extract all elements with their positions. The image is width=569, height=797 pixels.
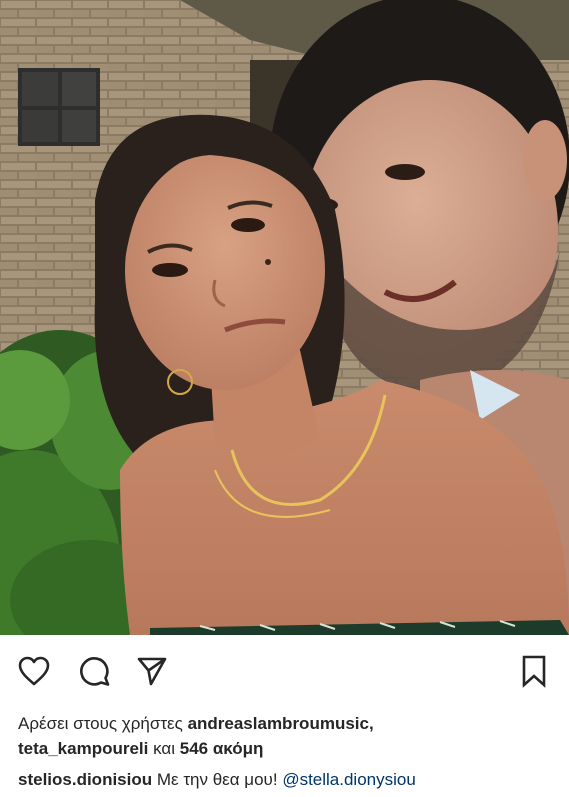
likes-line-2: teta_kampoureli και 546 ακόμη	[18, 736, 558, 761]
comment-bubble-icon	[80, 657, 110, 686]
share-button[interactable]	[132, 651, 172, 691]
liker-link-1[interactable]: andreaslambroumusic,	[188, 714, 374, 733]
caption-mention[interactable]: @stella.dionysiou	[282, 770, 416, 789]
comment-button[interactable]	[75, 651, 115, 691]
save-button[interactable]	[514, 651, 554, 691]
post-photo[interactable]	[0, 0, 569, 635]
bookmark-outline-icon	[522, 655, 546, 688]
post-caption: stelios.dionisiou Με την θεα μου! @stell…	[18, 767, 563, 792]
likes-line-1: Αρέσει στους χρήστες andreaslambroumusic…	[18, 711, 558, 736]
likes-summary: Αρέσει στους χρήστες andreaslambroumusic…	[18, 711, 558, 761]
caption-username[interactable]: stelios.dionisiou	[18, 770, 152, 789]
paper-plane-icon	[137, 657, 167, 686]
likes-conjunction: και	[153, 739, 176, 758]
post-action-bar	[0, 645, 569, 697]
likes-count-link[interactable]: 546 ακόμη	[180, 739, 264, 758]
liker-link-2[interactable]: teta_kampoureli	[18, 739, 148, 758]
heart-outline-icon	[18, 656, 50, 686]
like-button[interactable]	[14, 651, 54, 691]
post-photo-image	[0, 0, 569, 635]
caption-text: Με την θεα μου!	[156, 770, 278, 789]
likes-prefix: Αρέσει στους χρήστες	[18, 714, 183, 733]
